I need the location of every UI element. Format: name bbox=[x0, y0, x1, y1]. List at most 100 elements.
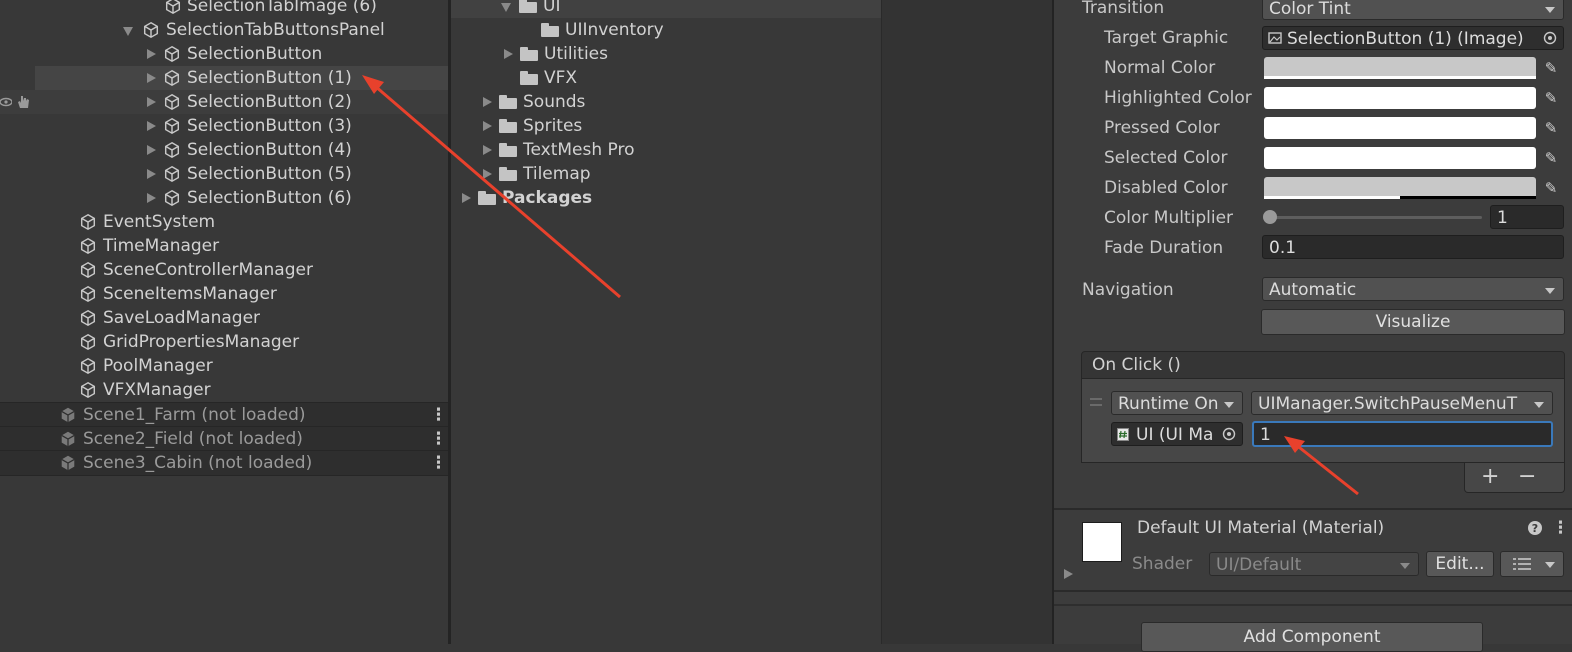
expand-arrow-icon[interactable] bbox=[145, 42, 157, 66]
chevron-down-icon bbox=[1545, 7, 1555, 13]
folder-label: Utilities bbox=[544, 44, 608, 64]
project-folder[interactable]: UIInventory bbox=[451, 18, 881, 42]
function-dropdown[interactable]: UIManager.SwitchPauseMenuT bbox=[1251, 391, 1553, 415]
color-multiplier-input[interactable]: 1 bbox=[1490, 205, 1564, 229]
eyedropper-icon[interactable]: ✎ bbox=[1539, 146, 1563, 170]
scene-row[interactable]: Scene2_Field (not loaded) ⋮ bbox=[0, 426, 448, 451]
hierarchy-item[interactable]: SaveLoadManager bbox=[0, 306, 448, 330]
hierarchy-item[interactable]: SelectionTabImage (6) bbox=[0, 0, 448, 18]
transition-dropdown[interactable]: Color Tint bbox=[1262, 0, 1564, 20]
material-preview[interactable] bbox=[1082, 522, 1122, 562]
eyedropper-icon[interactable]: ✎ bbox=[1539, 86, 1563, 110]
visibility-eye-icon[interactable] bbox=[0, 96, 12, 108]
hierarchy-item[interactable]: SceneControllerManager bbox=[0, 258, 448, 282]
shader-options-button[interactable] bbox=[1500, 551, 1564, 577]
expand-arrow-icon[interactable] bbox=[145, 186, 157, 210]
target-graphic-label: Target Graphic bbox=[1104, 28, 1229, 48]
hierarchy-item[interactable]: SelectionButton (2) bbox=[0, 90, 448, 114]
pressed-color-swatch[interactable] bbox=[1264, 117, 1536, 139]
fade-duration-input[interactable]: 0.1 bbox=[1262, 235, 1564, 259]
fade-duration-label: Fade Duration bbox=[1104, 238, 1224, 258]
help-icon[interactable]: ? bbox=[1527, 520, 1543, 536]
expand-arrow-icon[interactable] bbox=[460, 186, 472, 210]
expand-arrow-icon[interactable] bbox=[502, 42, 514, 66]
pickable-hand-icon[interactable] bbox=[15, 94, 31, 110]
edit-shader-button[interactable]: Edit... bbox=[1426, 551, 1494, 577]
runtime-mode-dropdown[interactable]: Runtime On bbox=[1111, 391, 1243, 415]
expand-arrow-icon[interactable] bbox=[501, 0, 513, 18]
project-folder[interactable]: VFX bbox=[451, 66, 881, 90]
color-multiplier-track[interactable] bbox=[1270, 216, 1482, 219]
project-folder[interactable]: Packages bbox=[451, 186, 881, 210]
hierarchy-item[interactable]: PoolManager bbox=[0, 354, 448, 378]
kebab-menu-icon[interactable]: ⋮ bbox=[430, 427, 447, 451]
shader-dropdown[interactable]: UI/Default bbox=[1209, 552, 1419, 576]
eyedropper-icon[interactable]: ✎ bbox=[1539, 176, 1563, 200]
project-folder[interactable]: TextMesh Pro bbox=[451, 138, 881, 162]
expand-arrow-icon[interactable] bbox=[481, 114, 493, 138]
selected-color-swatch[interactable] bbox=[1264, 147, 1536, 169]
target-graphic-field[interactable]: SelectionButton (1) (Image) bbox=[1262, 26, 1564, 50]
expand-arrow-icon[interactable] bbox=[145, 90, 157, 114]
eyedropper-icon[interactable]: ✎ bbox=[1539, 56, 1563, 80]
navigation-dropdown[interactable]: Automatic bbox=[1262, 277, 1564, 301]
hierarchy-item[interactable]: VFXManager bbox=[0, 378, 448, 402]
project-folder[interactable]: Utilities bbox=[451, 42, 881, 66]
hierarchy-item[interactable]: EventSystem bbox=[0, 210, 448, 234]
navigation-label: Navigation bbox=[1082, 280, 1174, 300]
hierarchy-item[interactable]: TimeManager bbox=[0, 234, 448, 258]
hierarchy-item[interactable]: SelectionButton (5) bbox=[0, 162, 448, 186]
expand-arrow-icon[interactable] bbox=[481, 90, 493, 114]
gameobject-cube-icon bbox=[80, 261, 96, 279]
hierarchy-item[interactable]: SelectionButton bbox=[0, 42, 448, 66]
expand-arrow-icon[interactable] bbox=[145, 138, 157, 162]
expand-arrow-icon[interactable] bbox=[481, 138, 493, 162]
add-listener-button[interactable]: + bbox=[1481, 463, 1499, 491]
hierarchy-item[interactable]: GridPropertiesManager bbox=[0, 330, 448, 354]
kebab-menu-icon[interactable]: ⋮ bbox=[430, 403, 447, 427]
drag-handle-icon[interactable] bbox=[1090, 398, 1102, 406]
expand-arrow-icon[interactable] bbox=[145, 114, 157, 138]
hierarchy-item[interactable]: SceneItemsManager bbox=[0, 282, 448, 306]
chevron-down-icon bbox=[1224, 402, 1234, 408]
highlighted-color-swatch[interactable] bbox=[1264, 87, 1536, 109]
project-folder[interactable]: Sounds bbox=[451, 90, 881, 114]
scene-row[interactable]: Scene3_Cabin (not loaded) ⋮ bbox=[0, 450, 448, 476]
eyedropper-icon[interactable]: ✎ bbox=[1539, 116, 1563, 140]
object-picker-icon[interactable] bbox=[1543, 31, 1557, 45]
remove-listener-button[interactable]: − bbox=[1518, 463, 1536, 491]
hierarchy-item[interactable]: SelectionButton (6) bbox=[0, 186, 448, 210]
expand-arrow-icon[interactable] bbox=[123, 18, 135, 42]
expand-arrow-icon[interactable] bbox=[1062, 562, 1074, 586]
hierarchy-item-label: SelectionButton (5) bbox=[187, 164, 352, 184]
gameobject-cube-icon bbox=[164, 45, 180, 63]
hierarchy-item[interactable]: SelectionButton (4) bbox=[0, 138, 448, 162]
normal-color-swatch[interactable] bbox=[1264, 57, 1536, 79]
color-multiplier-thumb[interactable] bbox=[1263, 210, 1277, 224]
project-folder[interactable]: Sprites bbox=[451, 114, 881, 138]
target-object-field[interactable]: UI (UI Ma bbox=[1111, 422, 1243, 446]
kebab-menu-icon[interactable]: ⋮ bbox=[1552, 516, 1569, 540]
folder-label: Packages bbox=[502, 188, 593, 208]
add-component-button[interactable]: Add Component bbox=[1141, 622, 1483, 652]
hierarchy-item[interactable]: SelectionButton (3) bbox=[0, 114, 448, 138]
expand-arrow-icon[interactable] bbox=[145, 66, 157, 90]
visualize-button[interactable]: Visualize bbox=[1261, 309, 1565, 335]
project-folder[interactable]: UI bbox=[451, 0, 881, 18]
hierarchy-item-label: GridPropertiesManager bbox=[103, 332, 300, 352]
argument-input[interactable]: 1 bbox=[1252, 421, 1553, 447]
hierarchy-item-selected[interactable]: SelectionButton (1) bbox=[35, 66, 448, 90]
expand-arrow-icon[interactable] bbox=[481, 162, 493, 186]
hierarchy-item-label: SelectionButton (2) bbox=[187, 92, 352, 112]
kebab-menu-icon[interactable]: ⋮ bbox=[430, 451, 447, 475]
alpha-bar-black bbox=[1400, 196, 1536, 199]
shader-value: UI/Default bbox=[1216, 555, 1302, 575]
object-picker-icon[interactable] bbox=[1222, 427, 1236, 441]
shader-label: Shader bbox=[1132, 554, 1193, 574]
disabled-color-swatch[interactable] bbox=[1264, 177, 1536, 199]
scene-row[interactable]: Scene1_Farm (not loaded) ⋮ bbox=[0, 402, 448, 427]
project-folder[interactable]: Tilemap bbox=[451, 162, 881, 186]
hierarchy-item[interactable]: SelectionTabButtonsPanel bbox=[0, 18, 448, 42]
expand-arrow-icon[interactable] bbox=[145, 162, 157, 186]
folder-icon bbox=[520, 47, 538, 61]
